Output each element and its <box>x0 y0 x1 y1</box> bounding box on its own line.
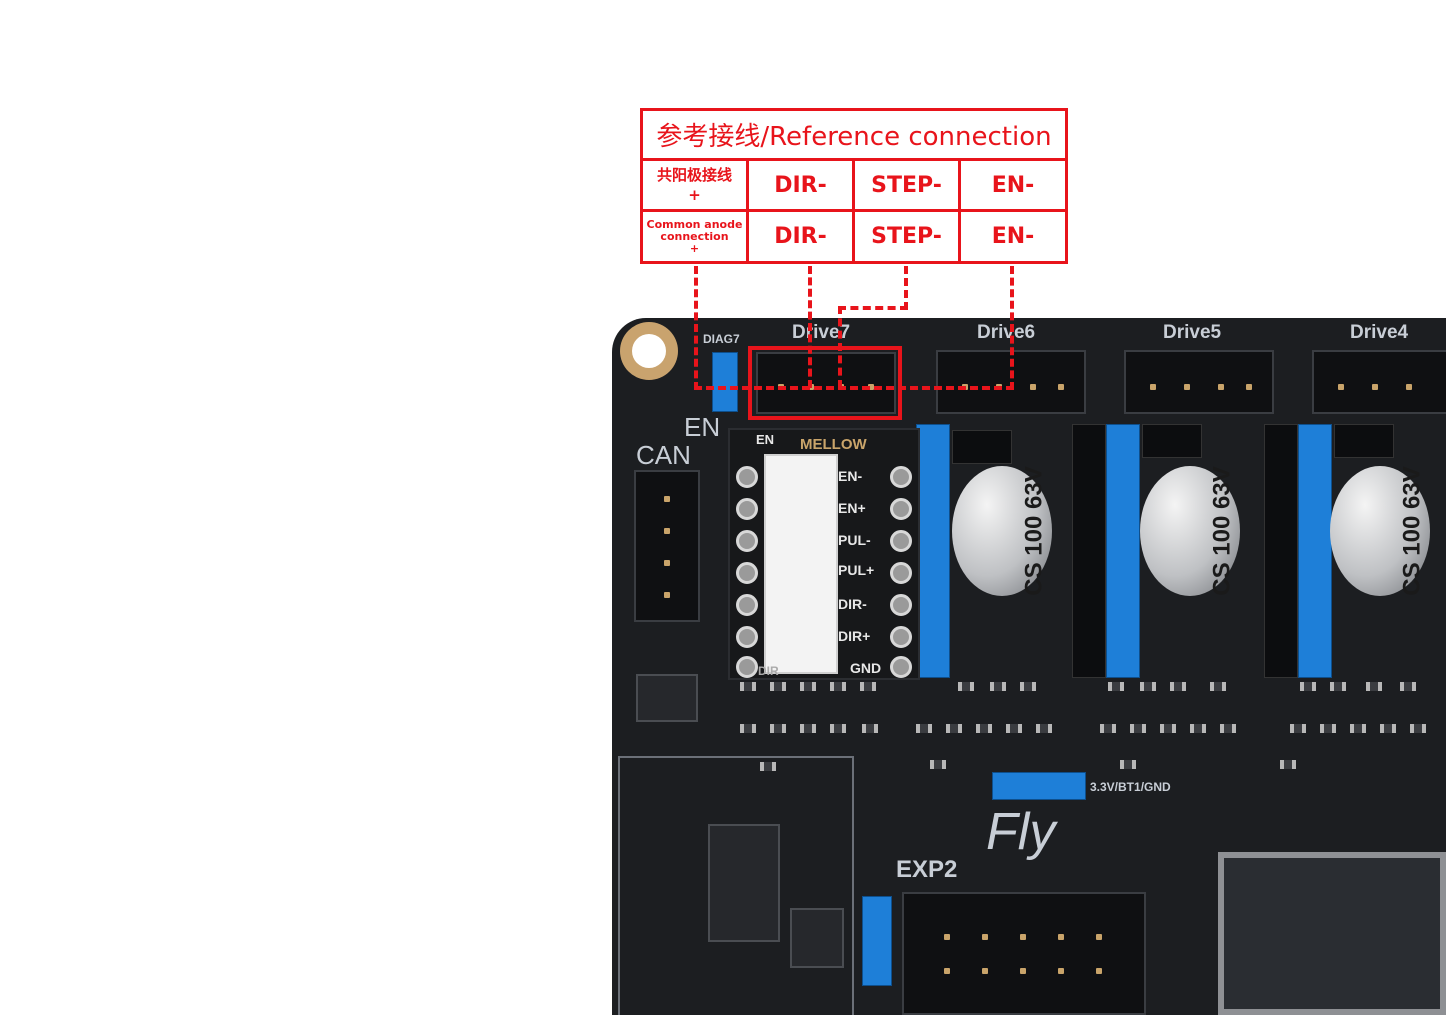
label-en-plus: + <box>689 241 700 255</box>
mellow-brand: MELLOW <box>800 436 867 453</box>
drive5-header-right <box>1298 424 1332 678</box>
cap-line2: 100 <box>1208 515 1236 556</box>
fly-logo: Fly <box>986 803 1056 861</box>
capacitor: CS 100 63V <box>1330 466 1430 596</box>
row2-en-cell: EN- <box>991 224 1035 249</box>
exp-jumper <box>862 896 892 986</box>
label-cn-plus: + <box>688 186 701 204</box>
pin-pul-plus: PUL+ <box>838 562 875 578</box>
pin-en-plus: EN+ <box>838 500 866 516</box>
module-header-connector <box>764 454 838 674</box>
label-cn-text: 共阳极接线 <box>656 166 732 184</box>
step-wire-upper <box>904 266 908 310</box>
cap-line2: 100 <box>1398 515 1426 556</box>
cap-line2: 100 <box>1020 515 1048 556</box>
drive7-highlight-box <box>748 346 902 420</box>
drive5-header-left <box>1264 424 1298 678</box>
jumper-block <box>1334 424 1394 458</box>
jumper-block <box>1142 424 1202 458</box>
cap-line3: 63V <box>1208 466 1236 509</box>
pin-dir-plus: DIR+ <box>838 628 871 644</box>
exp2-connector <box>902 892 1146 1015</box>
row1-dir-cell: DIR- <box>749 161 855 212</box>
bottom-wire <box>694 386 1014 390</box>
en-wire <box>1010 266 1014 390</box>
small-ic <box>636 674 698 722</box>
label-en-line2: connection <box>660 229 729 243</box>
board-region-outline <box>618 756 854 1015</box>
row2-dir-cell: DIR- <box>749 212 855 261</box>
capacitor-label: CS 100 63V <box>1208 466 1236 596</box>
drive5-connector <box>1124 350 1274 414</box>
drive7-header <box>916 424 950 678</box>
cap-line1: CS <box>1398 562 1426 596</box>
exp2-label: EXP2 <box>896 856 958 883</box>
label-en-line1: Common anode <box>646 217 743 231</box>
pin-dir-minus: DIR- <box>838 596 867 612</box>
module-en-label: EN <box>756 432 775 447</box>
capacitor: CS 100 63V <box>1140 466 1240 596</box>
module-dir-label: DIR <box>758 664 779 678</box>
pin-gnd: GND <box>850 660 882 676</box>
pin-en-minus: EN- <box>838 468 863 484</box>
row1-step-cell: STEP- <box>855 161 961 212</box>
row1-en-cell: EN- <box>961 161 1065 212</box>
capacitor-label: CS 100 63V <box>1020 466 1048 596</box>
capacitor: CS 100 63V <box>952 466 1052 596</box>
cap-line1: CS <box>1208 562 1236 596</box>
power-select-jumper <box>992 772 1086 800</box>
reference-connection-table: 参考接线/Reference connection 共阳极接线 + DIR- S… <box>640 108 1068 264</box>
common-anode-label-en: Common anode connection + <box>643 212 749 261</box>
drive5-label: Drive5 <box>1163 322 1222 343</box>
drive4-label: Drive4 <box>1350 322 1409 343</box>
cap-line1: CS <box>1020 562 1048 596</box>
drive6-header-right <box>1106 424 1140 678</box>
diag7-label: DIAG7 <box>703 332 740 346</box>
can-connector <box>634 470 700 622</box>
mellow-adapter-module: EN MELLOW EN- EN+ PUL- PUL+ DIR- DIR+ GN… <box>728 428 920 680</box>
step-wire-lower <box>838 306 842 388</box>
can-label: CAN <box>636 440 691 470</box>
jumper-block <box>952 430 1012 464</box>
step-wire-horizontal <box>838 306 908 310</box>
pin-pul-minus: PUL- <box>838 532 871 548</box>
drive6-label: Drive6 <box>977 322 1036 343</box>
diag7-jumper <box>712 352 738 412</box>
capacitor-label: CS 100 63V <box>1398 466 1426 596</box>
mounting-hole <box>620 322 678 380</box>
dir-wire <box>808 266 812 388</box>
power-select-label: 3.3V/BT1/GND <box>1090 780 1171 794</box>
row2-step-cell: STEP- <box>855 212 961 261</box>
anode-wire <box>694 266 698 390</box>
en-silk-label: EN <box>684 412 721 442</box>
drive6-header-left <box>1072 424 1106 678</box>
cap-line3: 63V <box>1020 466 1048 509</box>
mcu-chip <box>1218 852 1446 1015</box>
drive4-connector <box>1312 350 1446 414</box>
cap-line3: 63V <box>1398 466 1426 509</box>
common-anode-label-cn: 共阳极接线 + <box>643 161 749 212</box>
table-title: 参考接线/Reference connection <box>643 111 1065 161</box>
